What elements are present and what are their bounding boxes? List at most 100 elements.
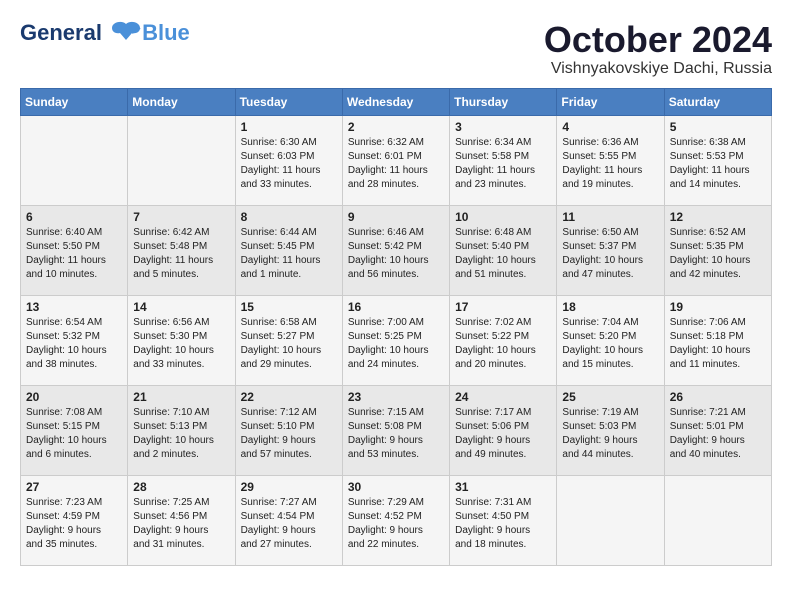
- calendar-cell: 12Sunrise: 6:52 AM Sunset: 5:35 PM Dayli…: [664, 205, 771, 295]
- calendar-cell: 26 Sunrise: 7:21 AM Sunset: 5:01 PM Dayli…: [664, 385, 771, 475]
- day-info: Sunrise: 7:15 AM Sunset: 5:08 PM Dayligh…: [348, 406, 444, 462]
- calendar-cell: [664, 475, 771, 565]
- weekday-header: Tuesday: [235, 88, 342, 115]
- day-number: 3: [455, 120, 551, 134]
- day-number: 11: [562, 210, 658, 224]
- calendar-cell: 7Sunrise: 6:42 AM Sunset: 5:48 PM Daylig…: [128, 205, 235, 295]
- calendar-header: SundayMondayTuesdayWednesdayThursdayFrid…: [21, 88, 772, 115]
- day-number: 16: [348, 300, 444, 314]
- day-number: 22: [241, 390, 337, 404]
- day-number: 5: [670, 120, 766, 134]
- calendar-cell: 15 Sunrise: 6:58 AM Sunset: 5:27 PM Dayli…: [235, 295, 342, 385]
- calendar-cell: 9Sunrise: 6:46 AM Sunset: 5:42 PM Daylig…: [342, 205, 449, 295]
- logo: General Blue: [20, 20, 190, 48]
- day-number: 20: [26, 390, 122, 404]
- weekday-header: Sunday: [21, 88, 128, 115]
- day-info: Sunrise: 7:29 AM Sunset: 4:52 PM Dayligh…: [348, 496, 444, 552]
- day-number: 28: [133, 480, 229, 494]
- month-title: October 2024: [544, 20, 772, 60]
- calendar-cell: 5 Sunrise: 6:38 AM Sunset: 5:53 PM Daylig…: [664, 115, 771, 205]
- day-number: 25: [562, 390, 658, 404]
- day-info: Sunrise: 6:36 AM Sunset: 5:55 PM Dayligh…: [562, 136, 658, 192]
- day-info: Sunrise: 7:04 AM Sunset: 5:20 PM Dayligh…: [562, 316, 658, 372]
- day-info: Sunrise: 7:08 AM Sunset: 5:15 PM Dayligh…: [26, 406, 122, 462]
- day-info: Sunrise: 7:23 AM Sunset: 4:59 PM Dayligh…: [26, 496, 122, 552]
- calendar-week-row: 20 Sunrise: 7:08 AM Sunset: 5:15 PM Dayli…: [21, 385, 772, 475]
- calendar-cell: 24 Sunrise: 7:17 AM Sunset: 5:06 PM Dayli…: [450, 385, 557, 475]
- day-info: Sunrise: 7:00 AM Sunset: 5:25 PM Dayligh…: [348, 316, 444, 372]
- calendar-body: 1 Sunrise: 6:30 AM Sunset: 6:03 PM Daylig…: [21, 115, 772, 565]
- calendar-cell: 16 Sunrise: 7:00 AM Sunset: 5:25 PM Dayli…: [342, 295, 449, 385]
- day-info: Sunrise: 7:31 AM Sunset: 4:50 PM Dayligh…: [455, 496, 551, 552]
- page-header: General Blue October 2024 Vishnyakovskiy…: [20, 20, 772, 78]
- calendar-week-row: 6 Sunrise: 6:40 AM Sunset: 5:50 PM Daylig…: [21, 205, 772, 295]
- calendar-cell: 20 Sunrise: 7:08 AM Sunset: 5:15 PM Dayli…: [21, 385, 128, 475]
- calendar-cell: 4Sunrise: 6:36 AM Sunset: 5:55 PM Daylig…: [557, 115, 664, 205]
- day-info: Sunrise: 6:40 AM Sunset: 5:50 PM Dayligh…: [26, 226, 122, 282]
- calendar-cell: 6 Sunrise: 6:40 AM Sunset: 5:50 PM Daylig…: [21, 205, 128, 295]
- day-info: Sunrise: 7:21 AM Sunset: 5:01 PM Dayligh…: [670, 406, 766, 462]
- calendar-cell: 8 Sunrise: 6:44 AM Sunset: 5:45 PM Daylig…: [235, 205, 342, 295]
- day-info: Sunrise: 7:27 AM Sunset: 4:54 PM Dayligh…: [241, 496, 337, 552]
- calendar-cell: 10Sunrise: 6:48 AM Sunset: 5:40 PM Dayli…: [450, 205, 557, 295]
- calendar-cell: 14Sunrise: 6:56 AM Sunset: 5:30 PM Dayli…: [128, 295, 235, 385]
- day-info: Sunrise: 6:56 AM Sunset: 5:30 PM Dayligh…: [133, 316, 229, 372]
- weekday-header: Monday: [128, 88, 235, 115]
- location-text: Vishnyakovskiye Dachi, Russia: [544, 60, 772, 78]
- calendar-cell: 25Sunrise: 7:19 AM Sunset: 5:03 PM Dayli…: [557, 385, 664, 475]
- day-info: Sunrise: 6:42 AM Sunset: 5:48 PM Dayligh…: [133, 226, 229, 282]
- calendar-cell: 18 Sunrise: 7:04 AM Sunset: 5:20 PM Dayli…: [557, 295, 664, 385]
- calendar-cell: 21 Sunrise: 7:10 AM Sunset: 5:13 PM Dayli…: [128, 385, 235, 475]
- day-info: Sunrise: 6:38 AM Sunset: 5:53 PM Dayligh…: [670, 136, 766, 192]
- day-info: Sunrise: 7:17 AM Sunset: 5:06 PM Dayligh…: [455, 406, 551, 462]
- logo-text: General: [20, 20, 142, 48]
- calendar-cell: 28Sunrise: 7:25 AM Sunset: 4:56 PM Dayli…: [128, 475, 235, 565]
- calendar-cell: [128, 115, 235, 205]
- day-number: 8: [241, 210, 337, 224]
- day-info: Sunrise: 6:34 AM Sunset: 5:58 PM Dayligh…: [455, 136, 551, 192]
- calendar-cell: 19Sunrise: 7:06 AM Sunset: 5:18 PM Dayli…: [664, 295, 771, 385]
- day-number: 18: [562, 300, 658, 314]
- day-info: Sunrise: 6:54 AM Sunset: 5:32 PM Dayligh…: [26, 316, 122, 372]
- calendar-cell: 27 Sunrise: 7:23 AM Sunset: 4:59 PM Dayli…: [21, 475, 128, 565]
- day-info: Sunrise: 6:30 AM Sunset: 6:03 PM Dayligh…: [241, 136, 337, 192]
- day-number: 23: [348, 390, 444, 404]
- logo-bird-icon: [110, 20, 142, 48]
- day-info: Sunrise: 6:44 AM Sunset: 5:45 PM Dayligh…: [241, 226, 337, 282]
- calendar-cell: 3 Sunrise: 6:34 AM Sunset: 5:58 PM Daylig…: [450, 115, 557, 205]
- day-number: 9: [348, 210, 444, 224]
- weekday-header: Thursday: [450, 88, 557, 115]
- weekday-header: Friday: [557, 88, 664, 115]
- day-number: 6: [26, 210, 122, 224]
- day-number: 24: [455, 390, 551, 404]
- day-info: Sunrise: 7:12 AM Sunset: 5:10 PM Dayligh…: [241, 406, 337, 462]
- day-info: Sunrise: 6:32 AM Sunset: 6:01 PM Dayligh…: [348, 136, 444, 192]
- calendar-cell: 30 Sunrise: 7:29 AM Sunset: 4:52 PM Dayli…: [342, 475, 449, 565]
- day-info: Sunrise: 6:58 AM Sunset: 5:27 PM Dayligh…: [241, 316, 337, 372]
- day-number: 27: [26, 480, 122, 494]
- calendar-cell: 31 Sunrise: 7:31 AM Sunset: 4:50 PM Dayli…: [450, 475, 557, 565]
- day-number: 30: [348, 480, 444, 494]
- day-info: Sunrise: 7:02 AM Sunset: 5:22 PM Dayligh…: [455, 316, 551, 372]
- day-number: 15: [241, 300, 337, 314]
- calendar-cell: 29 Sunrise: 7:27 AM Sunset: 4:54 PM Dayli…: [235, 475, 342, 565]
- calendar-cell: 17 Sunrise: 7:02 AM Sunset: 5:22 PM Dayli…: [450, 295, 557, 385]
- day-info: Sunrise: 6:52 AM Sunset: 5:35 PM Dayligh…: [670, 226, 766, 282]
- calendar-cell: 23 Sunrise: 7:15 AM Sunset: 5:08 PM Dayli…: [342, 385, 449, 475]
- calendar-cell: 22 Sunrise: 7:12 AM Sunset: 5:10 PM Dayli…: [235, 385, 342, 475]
- day-number: 2: [348, 120, 444, 134]
- day-number: 26: [670, 390, 766, 404]
- day-number: 17: [455, 300, 551, 314]
- day-number: 31: [455, 480, 551, 494]
- day-info: Sunrise: 7:06 AM Sunset: 5:18 PM Dayligh…: [670, 316, 766, 372]
- day-info: Sunrise: 6:48 AM Sunset: 5:40 PM Dayligh…: [455, 226, 551, 282]
- weekday-header: Wednesday: [342, 88, 449, 115]
- day-number: 13: [26, 300, 122, 314]
- day-info: Sunrise: 7:10 AM Sunset: 5:13 PM Dayligh…: [133, 406, 229, 462]
- day-number: 21: [133, 390, 229, 404]
- day-number: 29: [241, 480, 337, 494]
- day-number: 1: [241, 120, 337, 134]
- calendar-cell: 1 Sunrise: 6:30 AM Sunset: 6:03 PM Daylig…: [235, 115, 342, 205]
- calendar-cell: 11Sunrise: 6:50 AM Sunset: 5:37 PM Dayli…: [557, 205, 664, 295]
- calendar-week-row: 27 Sunrise: 7:23 AM Sunset: 4:59 PM Dayli…: [21, 475, 772, 565]
